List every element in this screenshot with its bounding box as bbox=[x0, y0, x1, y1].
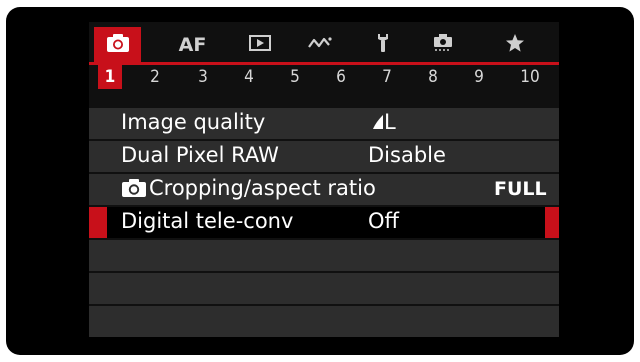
menu-item-label: Cropping/aspect ratio bbox=[121, 176, 376, 200]
menu-item-value: Off bbox=[368, 209, 399, 233]
tab-custom-functions[interactable] bbox=[419, 27, 466, 62]
page-9[interactable]: 9 bbox=[467, 65, 491, 89]
menu-item-label: Dual Pixel RAW bbox=[121, 143, 279, 167]
image-quality-value: L bbox=[384, 110, 396, 134]
camera-screen: AF 1 2 3 4 5 6 7 8 9 10 Image quality L … bbox=[6, 7, 634, 355]
page-4[interactable]: 4 bbox=[237, 65, 261, 89]
wireless-icon bbox=[307, 35, 333, 55]
cropping-label-text: Cropping/aspect ratio bbox=[149, 176, 376, 200]
tab-shooting[interactable] bbox=[94, 27, 141, 62]
playback-icon bbox=[248, 34, 271, 55]
menu-item-label: Digital tele-conv bbox=[121, 209, 294, 233]
menu-item-empty bbox=[89, 240, 559, 271]
menu-item-value: Disable bbox=[368, 143, 446, 167]
page-5[interactable]: 5 bbox=[283, 65, 307, 89]
menu-item-digital-tele-conv[interactable]: Digital tele-conv Off bbox=[89, 207, 559, 238]
custom-function-icon bbox=[432, 33, 454, 57]
page-2[interactable]: 2 bbox=[143, 65, 167, 89]
menu-item-cropping-aspect-ratio[interactable]: Cropping/aspect ratio FULL bbox=[89, 174, 559, 205]
menu-tabs: AF bbox=[89, 22, 559, 62]
tab-my-menu[interactable] bbox=[491, 27, 538, 62]
camera-icon bbox=[122, 179, 146, 197]
page-3[interactable]: 3 bbox=[191, 65, 215, 89]
tab-setup[interactable] bbox=[359, 27, 406, 62]
menu-panel: AF 1 2 3 4 5 6 7 8 9 10 Image quality L … bbox=[89, 22, 559, 337]
page-6[interactable]: 6 bbox=[329, 65, 353, 89]
camera-icon bbox=[106, 33, 130, 57]
page-10[interactable]: 10 bbox=[515, 65, 545, 89]
page-8[interactable]: 8 bbox=[421, 65, 445, 89]
tab-playback[interactable] bbox=[236, 27, 283, 62]
menu-item-image-quality[interactable]: Image quality L bbox=[89, 108, 559, 139]
tab-wireless[interactable] bbox=[296, 27, 343, 62]
page-7[interactable]: 7 bbox=[375, 65, 399, 89]
menu-item-value: L bbox=[372, 110, 396, 134]
menu-item-empty bbox=[89, 306, 559, 337]
tab-af-label: AF bbox=[178, 33, 207, 56]
wrench-icon bbox=[375, 33, 391, 57]
quality-triangle-icon bbox=[373, 115, 383, 129]
menu-item-label: Image quality bbox=[121, 110, 266, 134]
star-icon bbox=[505, 33, 525, 57]
page-1[interactable]: 1 bbox=[98, 65, 122, 89]
menu-item-empty bbox=[89, 273, 559, 304]
menu-item-value: FULL bbox=[494, 178, 547, 200]
tab-af[interactable]: AF bbox=[169, 27, 216, 62]
menu-item-dual-pixel-raw[interactable]: Dual Pixel RAW Disable bbox=[89, 141, 559, 172]
page-indicator: 1 2 3 4 5 6 7 8 9 10 bbox=[89, 65, 559, 89]
